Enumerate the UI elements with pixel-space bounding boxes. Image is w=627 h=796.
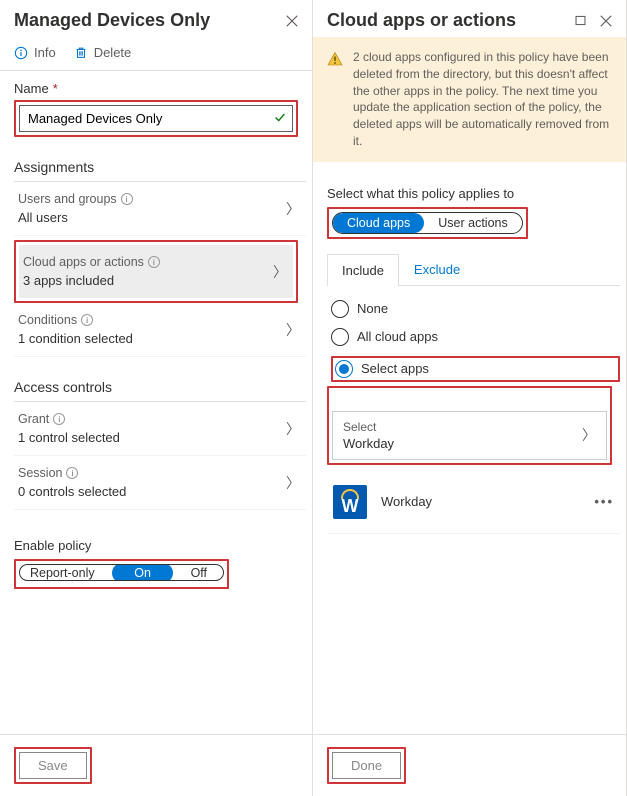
app-icon-workday: W bbox=[333, 485, 367, 519]
radio-icon bbox=[335, 360, 353, 378]
pill-off[interactable]: Off bbox=[177, 564, 223, 581]
close-icon[interactable] bbox=[598, 13, 614, 29]
close-icon[interactable] bbox=[284, 13, 300, 29]
app-name-label: Workday bbox=[381, 494, 580, 509]
row-users-groups[interactable]: Users and groupsi All users 〉 bbox=[14, 182, 306, 236]
access-controls-heading: Access controls bbox=[14, 379, 306, 402]
panel-title-left: Managed Devices Only bbox=[14, 10, 210, 31]
warning-banner: 2 cloud apps configured in this policy h… bbox=[313, 37, 626, 162]
policy-scope-toggle[interactable]: Cloud apps User actions bbox=[332, 212, 523, 234]
row-cloud-apps[interactable]: Cloud apps or actionsi 3 apps included 〉 bbox=[19, 245, 293, 298]
radio-icon bbox=[331, 300, 349, 318]
tab-exclude[interactable]: Exclude bbox=[399, 253, 475, 285]
row-session[interactable]: Sessioni 0 controls selected 〉 bbox=[14, 456, 306, 510]
enable-policy-label: Enable policy bbox=[14, 538, 306, 553]
chevron-right-icon: 〉 bbox=[286, 473, 300, 493]
more-options-icon[interactable]: ••• bbox=[594, 494, 614, 509]
delete-label: Delete bbox=[94, 45, 132, 60]
checkmark-icon bbox=[273, 110, 287, 127]
chevron-right-icon: 〉 bbox=[286, 419, 300, 439]
pill-report-only[interactable]: Report-only bbox=[20, 564, 109, 581]
assignments-heading: Assignments bbox=[14, 159, 306, 182]
name-input[interactable] bbox=[19, 105, 293, 132]
done-button[interactable]: Done bbox=[332, 752, 401, 779]
pill-user-actions[interactable]: User actions bbox=[424, 213, 521, 233]
select-value: Workday bbox=[343, 436, 394, 451]
chevron-right-icon: 〉 bbox=[273, 262, 287, 282]
select-apps-picker[interactable]: Select Workday 〉 bbox=[332, 411, 607, 460]
chevron-right-icon: 〉 bbox=[582, 425, 596, 445]
info-icon: i bbox=[148, 256, 160, 268]
info-button[interactable]: Info bbox=[14, 45, 56, 60]
row-conditions[interactable]: Conditionsi 1 condition selected 〉 bbox=[14, 303, 306, 357]
delete-button[interactable]: Delete bbox=[74, 45, 132, 60]
name-field-label: Name* bbox=[14, 81, 306, 96]
select-what-label: Select what this policy applies to bbox=[327, 186, 620, 201]
select-label: Select bbox=[343, 420, 394, 434]
pill-on[interactable]: On bbox=[112, 564, 173, 581]
warning-icon bbox=[327, 51, 343, 150]
info-label: Info bbox=[34, 45, 56, 60]
enable-policy-toggle[interactable]: Report-only On Off bbox=[19, 564, 224, 581]
panel-title-right: Cloud apps or actions bbox=[327, 10, 516, 31]
radio-all-cloud-apps[interactable]: All cloud apps bbox=[331, 328, 620, 346]
warning-text: 2 cloud apps configured in this policy h… bbox=[353, 49, 612, 150]
tab-include[interactable]: Include bbox=[327, 254, 399, 286]
pill-cloud-apps[interactable]: Cloud apps bbox=[333, 213, 424, 233]
chevron-right-icon: 〉 bbox=[286, 199, 300, 219]
radio-none[interactable]: None bbox=[331, 300, 620, 318]
info-icon: i bbox=[66, 467, 78, 479]
info-icon: i bbox=[53, 413, 65, 425]
radio-icon bbox=[331, 328, 349, 346]
info-icon: i bbox=[121, 193, 133, 205]
maximize-icon[interactable] bbox=[572, 13, 588, 29]
app-row-workday: W Workday ••• bbox=[327, 471, 620, 534]
radio-select-apps[interactable]: Select apps bbox=[335, 360, 610, 378]
save-button[interactable]: Save bbox=[19, 752, 87, 779]
info-icon: i bbox=[81, 314, 93, 326]
row-grant[interactable]: Granti 1 control selected 〉 bbox=[14, 402, 306, 456]
chevron-right-icon: 〉 bbox=[286, 320, 300, 340]
